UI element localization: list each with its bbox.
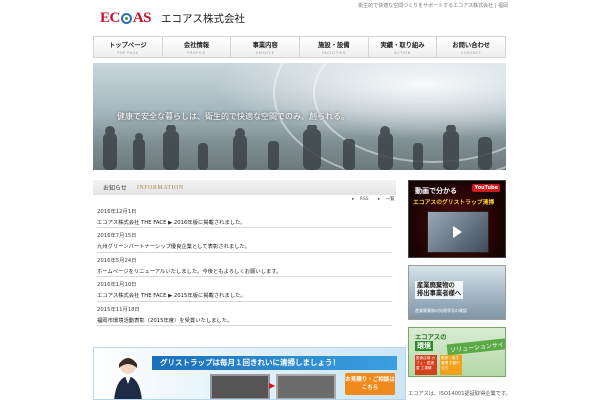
youtube-icon: YouTube [472, 184, 500, 192]
list-item: 2016年7月15日九州グリーンパートナーシップ優良企業として表彰されました。 [97, 228, 392, 253]
waste-banner-title: 産業廃棄物の 排出事業者様へ [415, 281, 464, 299]
waste-banner-line2: 排出事業者様へ [417, 290, 462, 297]
arrow-right-icon: ▶ [269, 381, 276, 390]
news-list-link[interactable]: ▸ 一覧 [374, 197, 395, 202]
env-banner-line2: 環境 [415, 341, 433, 351]
video-banner-line2: エコアスのグリストラップ清掃 [413, 200, 495, 206]
logo-globe-icon [120, 13, 132, 24]
site-logo[interactable]: EC AS エコアス株式会社 [100, 10, 245, 27]
banner-title: グリストラップは毎月１回きれいに清掃しましょう！ [152, 356, 397, 370]
staff-woman-image [114, 358, 142, 399]
news-title-link[interactable]: 九州グリーンパートナーシップ優良企業として表彰されました。 [97, 242, 392, 250]
nav-sublabel: TOP PAGE [116, 51, 139, 55]
video-thumbnail [427, 211, 489, 253]
news-links: ▸ RSS ▸ 一覧 [344, 196, 395, 202]
news-title-link[interactable]: エコアス株式会社 THE FACE ▶ 2016年版に掲載されました。 [97, 218, 392, 226]
rss-link-label: RSS [359, 197, 369, 202]
hero-crowd-silhouette [103, 125, 492, 170]
nav-label: 会社情報 [183, 42, 210, 49]
industrial-waste-banner[interactable]: 産業廃棄物の 排出事業者様へ 産業廃棄物の処理状況の確認 [408, 265, 506, 320]
site-tagline: 衛生的で快適な空間づくりをサポートするエコアス株式会社 | 福岡 [358, 3, 508, 9]
list-icon: ▸ [377, 197, 381, 202]
nav-item-service[interactable]: 事業内容 SERVICE [231, 37, 301, 57]
waste-banner-line1: 産業廃棄物の [417, 282, 455, 289]
nav-sublabel: SERVICE [255, 51, 275, 55]
nav-label: 事業内容 [252, 42, 278, 49]
env-badge-customers: 飲食店様 カフェ・居酒屋 工場様 [415, 355, 437, 375]
env-banner-line1: エコアスの [415, 334, 447, 341]
iso-notice: エコアスは、ISO14001認証取得企業です。 [408, 391, 511, 397]
nav-item-facilities[interactable]: 施設・設備 FACILITIES [300, 37, 369, 57]
nav-label: 施設・設備 [318, 42, 350, 49]
logo-text-right: AS [132, 10, 152, 26]
list-item: 2016年12月1日エコアス株式会社 THE FACE ▶ 2016年版に掲載さ… [97, 204, 392, 229]
news-heading: お知らせ [103, 185, 127, 192]
list-item: 2016年1月10日エコアス株式会社 THE FACE ▶ 2015年版に掲載さ… [97, 277, 392, 302]
nav-sublabel: ACTION [394, 51, 411, 55]
nav-sublabel: PROFILE [187, 51, 206, 55]
estimate-button[interactable]: お見積り・ご相談はこちら [345, 373, 395, 395]
news-date: 2016年12月1日 [97, 209, 137, 215]
after-photo [276, 374, 336, 399]
news-date: 2016年5月24日 [97, 257, 137, 264]
news-heading-en: INFORMATION [136, 184, 184, 191]
news-date: 2016年7月15日 [97, 233, 137, 240]
rss-link[interactable]: ▸ RSS [348, 197, 369, 202]
list-item: 2015年11月18日福岡市環境活動表彰（2015年度）を受賞いたしました。 [97, 302, 392, 326]
env-banner-line3: ソリューションサイト [446, 337, 505, 356]
nav-item-action[interactable]: 実績・取り組み ACTION [369, 37, 438, 57]
waste-banner-sub: 産業廃棄物の処理状況の確認 [415, 308, 467, 313]
news-date: 2016年1月10日 [97, 282, 137, 289]
env-badge-problems: 厨房・衛生管理 お困りの方 [440, 355, 462, 375]
nav-label: 実績・取り組み [380, 42, 425, 49]
news-list: 2016年12月1日エコアス株式会社 THE FACE ▶ 2016年版に掲載さ… [97, 204, 392, 326]
grease-trap-banner[interactable]: グリストラップは毎月１回きれいに清掃しましょう！ ▶ お見積り・ご相談はこちら [93, 347, 406, 400]
news-header: お知らせ INFORMATION [93, 180, 396, 195]
nav-item-profile[interactable]: 会社情報 PROFILE [163, 37, 232, 57]
nav-item-contact[interactable]: お問い合わせ CONTACT [437, 37, 507, 57]
logo-mark: EC AS [100, 10, 152, 27]
nav-item-top[interactable]: トップページ TOP PAGE [93, 37, 163, 57]
hero-image: 健康で安全な暮らしは、衛生的で快適な空間でのみ、創られる。 [93, 63, 506, 170]
video-banner[interactable]: 動画で分かる YouTube エコアスのグリストラップ清掃 [408, 180, 506, 258]
global-nav: トップページ TOP PAGE 会社情報 PROFILE 事業内容 SERVICE 施… [93, 36, 507, 58]
before-photo [210, 374, 270, 399]
video-banner-line1: 動画で分かる [415, 187, 457, 195]
environment-solution-banner[interactable]: エコアスの 環境 ソリューションサイト 飲食店様 カフェ・居酒屋 工場様 厨房・… [408, 327, 506, 377]
news-date: 2015年11月18日 [97, 306, 140, 313]
nav-label: トップページ [109, 42, 147, 49]
nav-sublabel: FACILITIES [322, 51, 346, 55]
rss-icon: ▸ [352, 197, 355, 202]
news-list-link-label: 一覧 [385, 197, 395, 202]
news-title-link[interactable]: 福岡市環境活動表彰（2015年度）を受賞いたしました。 [97, 316, 392, 324]
nav-label: お問い合わせ [452, 42, 491, 49]
news-title-link[interactable]: ホームページをリニューアルいたしました。今後ともよろしくお願いします。 [97, 267, 392, 275]
nav-sublabel: CONTACT [460, 51, 482, 55]
company-name: エコアス株式会社 [161, 13, 246, 25]
play-icon [453, 226, 462, 238]
hero-caption: 健康で安全な暮らしは、衛生的で快適な空間でのみ、創られる。 [117, 112, 349, 121]
news-title-link[interactable]: エコアス株式会社 THE FACE ▶ 2015年版に掲載されました。 [97, 291, 392, 299]
logo-text-left: EC [100, 10, 120, 26]
list-item: 2016年5月24日ホームページをリニューアルいたしました。今後ともよろしくお願… [97, 253, 392, 278]
